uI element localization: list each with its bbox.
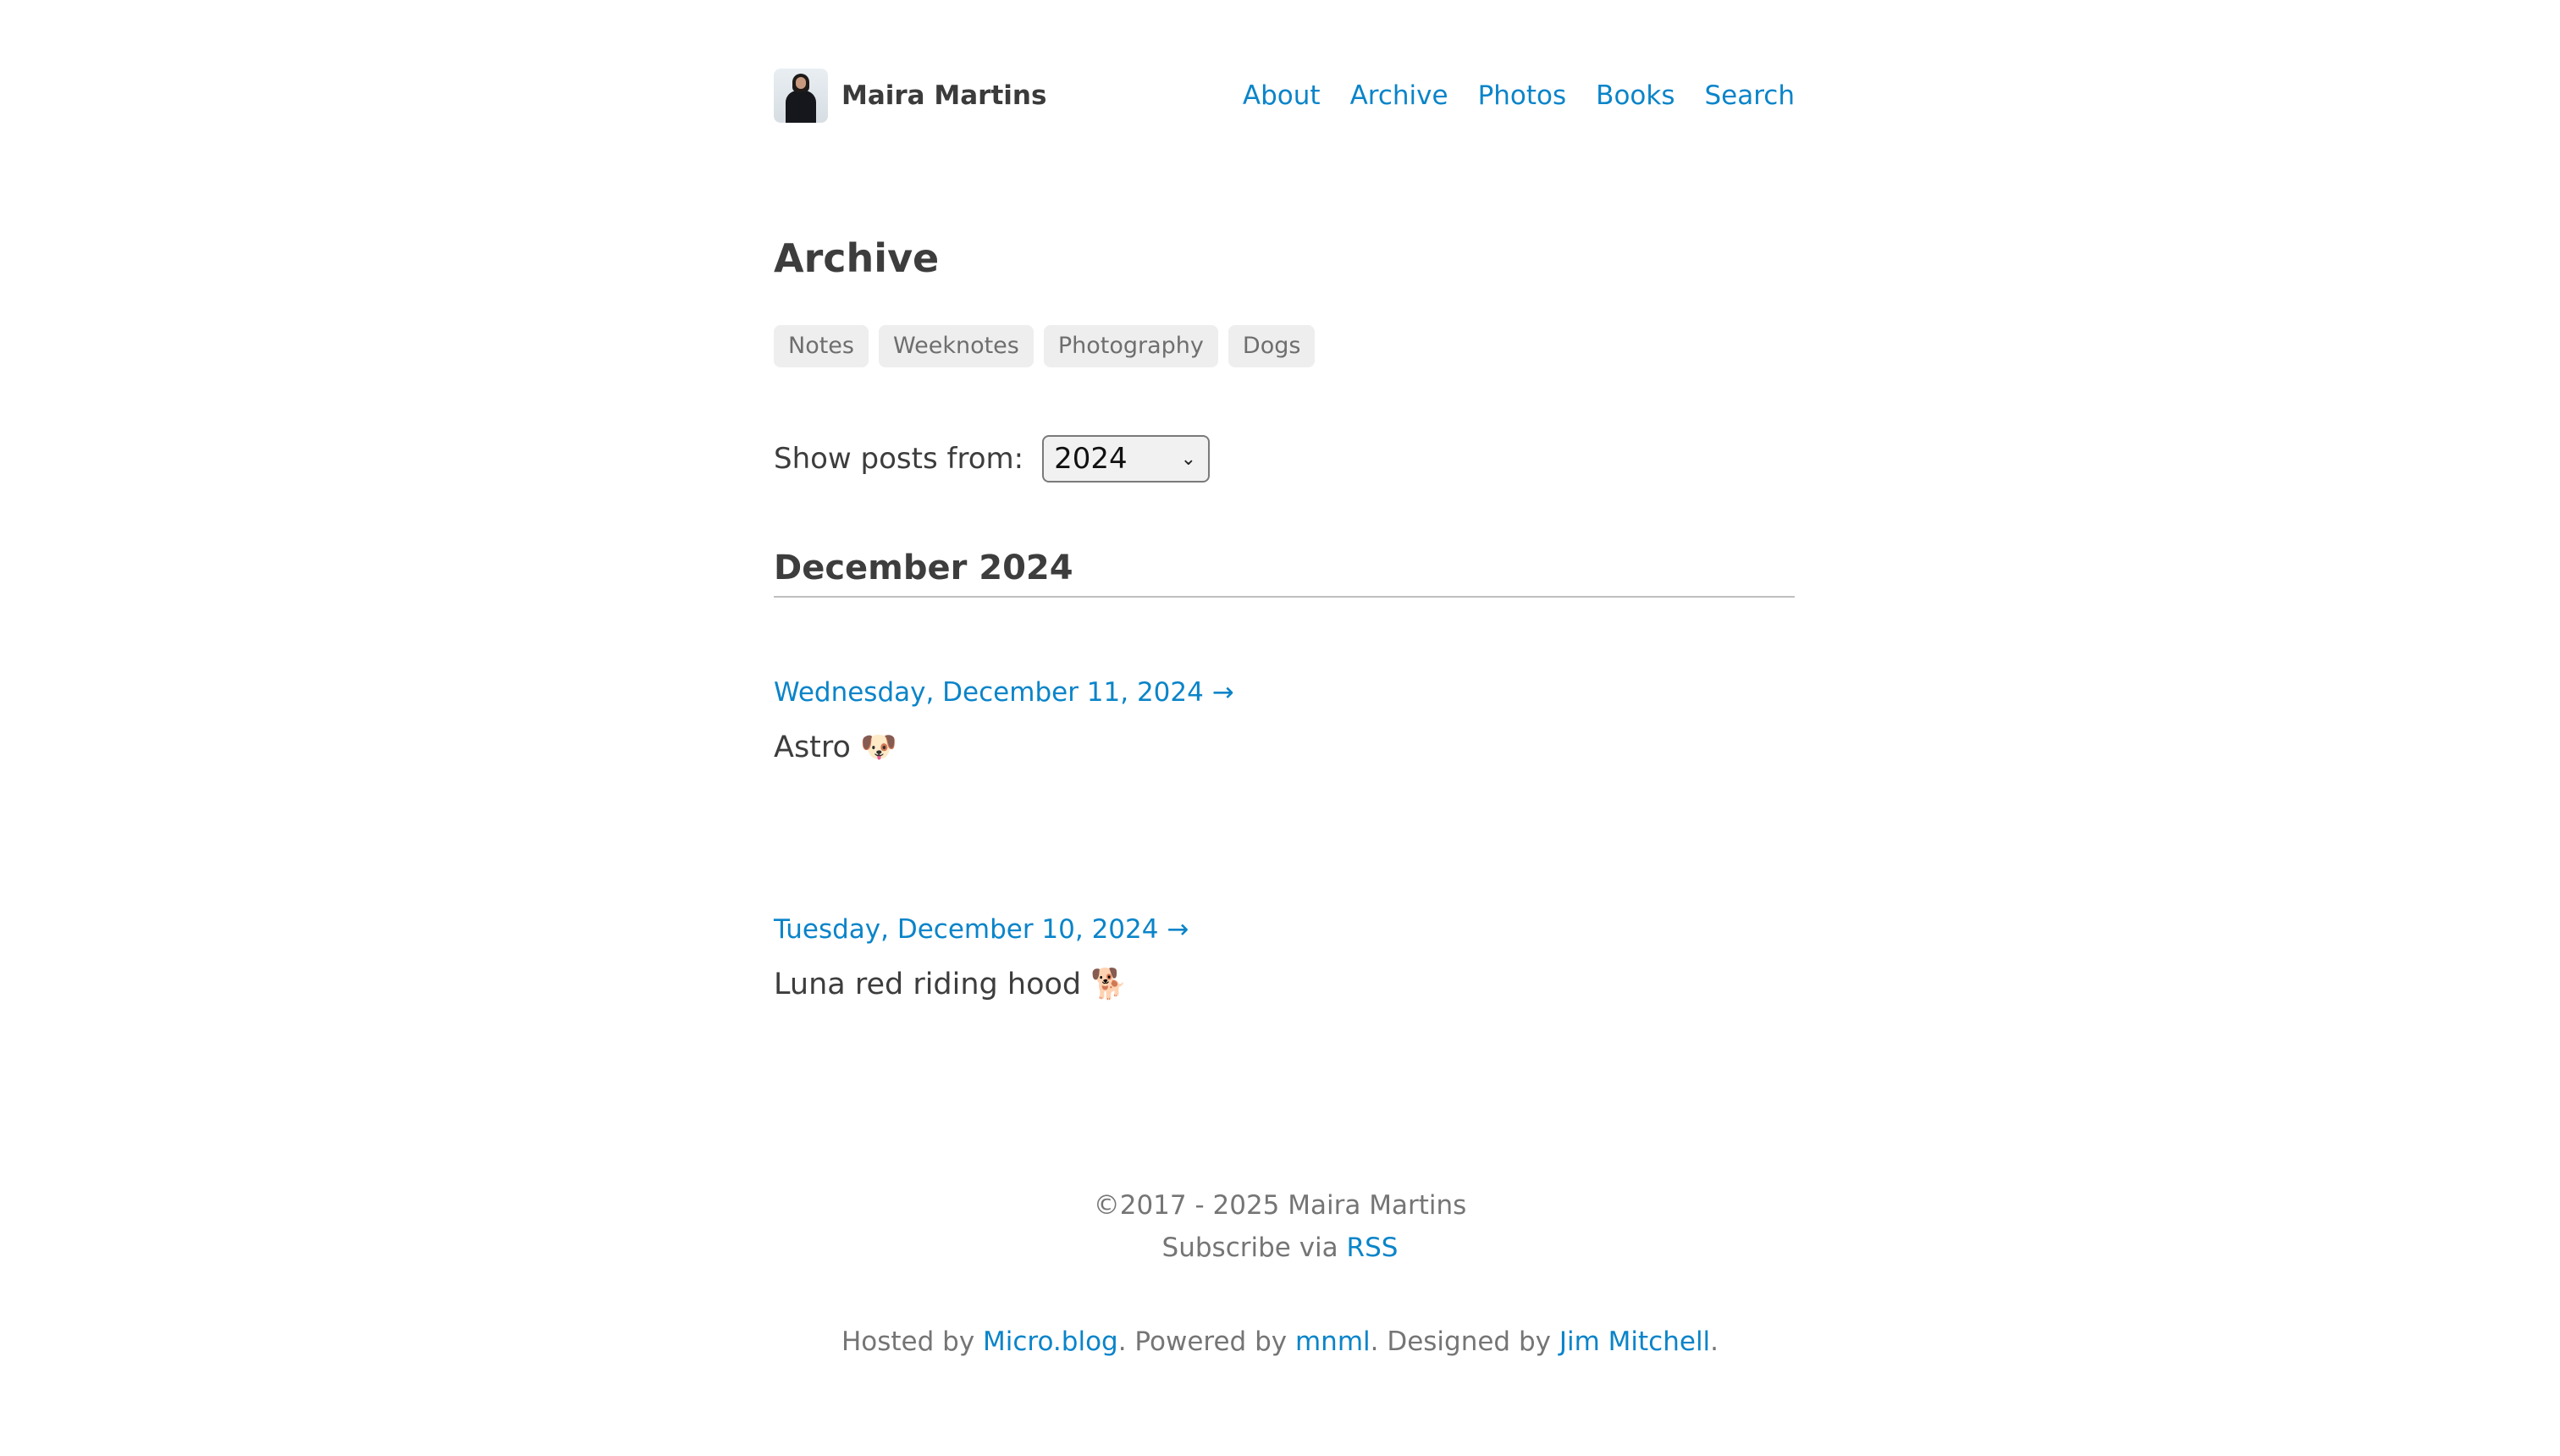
post-text: Luna red riding hood 🐕 <box>774 968 1128 1001</box>
rss-link[interactable]: RSS <box>1347 1233 1399 1263</box>
year-select[interactable]: 2024 ⌄ <box>1042 435 1211 483</box>
month-heading: December 2024 <box>774 549 1795 598</box>
selected-year: 2024 <box>1054 442 1128 476</box>
tag-weeknotes[interactable]: Weeknotes <box>878 325 1034 367</box>
year-filter: Show posts from: 2024 ⌄ <box>774 435 1211 483</box>
post-date-link[interactable]: Tuesday, December 10, 2024 → <box>774 914 1189 945</box>
mnml-link[interactable]: mnml <box>1295 1326 1371 1357</box>
avatar <box>774 69 828 123</box>
credits-end: . <box>1710 1326 1719 1357</box>
category-tags: Notes Weeknotes Photography Dogs <box>774 325 1316 367</box>
designer-link[interactable]: Jim Mitchell <box>1559 1326 1710 1357</box>
site-header: Maira Martins About Archive Photos Books… <box>774 68 1795 124</box>
post-date-link[interactable]: Wednesday, December 11, 2024 → <box>774 677 1234 708</box>
page: Maira Martins About Archive Photos Books… <box>0 0 2560 1456</box>
designed-text: . Designed by <box>1370 1326 1551 1357</box>
tag-dogs[interactable]: Dogs <box>1228 325 1316 367</box>
home-link[interactable]: Maira Martins <box>774 69 1046 123</box>
post-text: Astro 🐶 <box>774 731 897 764</box>
powered-text: . Powered by <box>1117 1326 1288 1357</box>
main-nav: About Archive Photos Books Search <box>1243 80 1795 111</box>
hosted-text: Hosted by <box>841 1326 975 1357</box>
nav-about[interactable]: About <box>1243 80 1321 111</box>
page-title: Archive <box>774 235 940 281</box>
tag-notes[interactable]: Notes <box>774 325 869 367</box>
tag-photography[interactable]: Photography <box>1043 325 1218 367</box>
microblog-link[interactable]: Micro.blog <box>983 1326 1118 1357</box>
nav-archive[interactable]: Archive <box>1350 80 1448 111</box>
chevron-down-icon: ⌄ <box>1180 448 1197 470</box>
site-name: Maira Martins <box>841 80 1047 111</box>
subscribe-text: Subscribe via <box>1161 1233 1338 1263</box>
nav-search[interactable]: Search <box>1704 80 1795 111</box>
nav-books[interactable]: Books <box>1596 80 1674 111</box>
subscribe-line: Subscribe via RSS <box>0 1233 2560 1263</box>
nav-photos[interactable]: Photos <box>1478 80 1567 111</box>
filter-label: Show posts from: <box>774 442 1024 476</box>
credits-line: Hosted by Micro.blog. Powered by mnml. D… <box>0 1326 2560 1357</box>
copyright: ©2017 - 2025 Maira Martins <box>1093 1190 1467 1221</box>
